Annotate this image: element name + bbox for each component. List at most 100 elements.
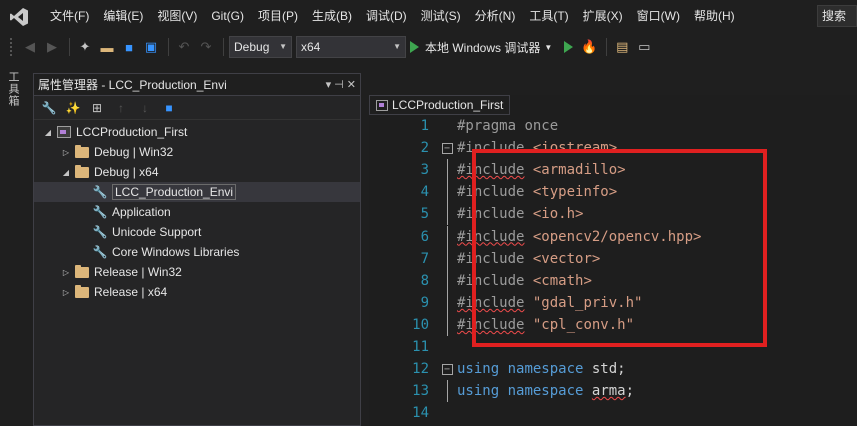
code-line[interactable]: 7 #include <vector>: [369, 247, 857, 270]
back-icon[interactable]: ◀: [20, 37, 40, 57]
code-editor[interactable]: LCCProduction_First 1 #pragma once 2− #incl…: [369, 95, 857, 426]
configuration-dropdown[interactable]: Debug ▼: [229, 36, 292, 58]
line-number: 9: [420, 294, 429, 311]
platform-value: x64: [301, 40, 321, 54]
menu-debug[interactable]: 调试(D): [359, 0, 414, 33]
visual-studio-logo-icon[interactable]: [9, 7, 29, 27]
platform-dropdown[interactable]: x64 ▼: [296, 36, 406, 58]
code-text: #include <typeinfo>: [457, 184, 618, 201]
tree-item-label: Application: [112, 205, 171, 219]
forward-icon[interactable]: ▶: [42, 37, 62, 57]
save-icon[interactable]: ■: [160, 99, 178, 117]
tree-item-label: LCC_Production_Envi: [112, 184, 237, 200]
new-project-icon[interactable]: ✦: [75, 37, 95, 57]
code-line[interactable]: 2− #include <iostream>: [369, 137, 857, 159]
menu-project[interactable]: 项目(P): [251, 0, 305, 33]
code-line[interactable]: 10 #include "cpl_conv.h": [369, 313, 857, 336]
window-layout-icon[interactable]: ▭: [634, 37, 654, 57]
code-text: #include <vector>: [457, 250, 601, 267]
tree-item-release-x64[interactable]: ▷ Release | x64: [34, 282, 360, 302]
code-line[interactable]: 1 #pragma once: [369, 115, 857, 137]
menu-tools[interactable]: 工具(T): [522, 0, 575, 33]
menu-build[interactable]: 生成(B): [305, 0, 359, 33]
start-without-debugging-icon[interactable]: [564, 41, 574, 53]
line-number: 10: [412, 316, 429, 333]
panel-window-controls[interactable]: ▾ ⊣ ✕: [326, 74, 356, 96]
collapse-arrow-icon[interactable]: ▷: [60, 268, 72, 277]
chevron-down-icon: ▼: [393, 42, 401, 51]
code-text: #pragma once: [457, 118, 559, 134]
tree-item-unicode-support[interactable]: 🔧 Unicode Support: [34, 222, 360, 242]
hot-reload-icon[interactable]: 🔥: [579, 37, 599, 57]
start-debugging-button[interactable]: 本地 Windows 调试器 ▼: [410, 39, 552, 56]
tree-item-label: LCCProduction_First: [76, 125, 188, 139]
wrench-icon[interactable]: 🔧: [40, 99, 58, 117]
tree-item-project[interactable]: ◢ LCCProduction_First: [34, 122, 360, 142]
menu-edit[interactable]: 编辑(E): [96, 0, 150, 33]
tree-item-debug-x64[interactable]: ◢ Debug | x64: [34, 162, 360, 182]
panel-title: 属性管理器 - LCC_Production_Envi: [38, 78, 227, 92]
fold-gutter: [437, 380, 457, 403]
move-up-icon[interactable]: ↑: [112, 99, 130, 117]
collapse-icon[interactable]: −: [441, 142, 453, 154]
property-tree: ◢ LCCProduction_First ▷ Debug | Win32 ◢ …: [34, 120, 360, 302]
toolbar-grip[interactable]: [10, 38, 14, 56]
code-line[interactable]: 3 #include <armadillo>: [369, 159, 857, 182]
expand-arrow-icon[interactable]: ◢: [60, 168, 72, 177]
code-line[interactable]: 4 #include <typeinfo>: [369, 181, 857, 204]
toolbox-tab[interactable]: 工具箱: [7, 71, 21, 107]
menu-test[interactable]: 测试(S): [414, 0, 468, 33]
fold-gutter: −: [437, 363, 457, 375]
save-icon[interactable]: ■: [119, 37, 139, 57]
tree-item-label: Core Windows Libraries: [112, 245, 240, 259]
code-line[interactable]: 6 #include <opencv2/opencv.hpp>: [369, 225, 857, 248]
folder-icon: [75, 284, 89, 298]
menu-view[interactable]: 视图(V): [150, 0, 204, 33]
add-existing-sheet-icon[interactable]: ⊞: [88, 99, 106, 117]
move-down-icon[interactable]: ↓: [136, 99, 154, 117]
undo-icon[interactable]: ↶: [174, 37, 194, 57]
open-folder-icon[interactable]: ▬: [97, 37, 117, 57]
expand-arrow-icon[interactable]: ◢: [42, 128, 54, 137]
fold-guide: [446, 203, 448, 226]
tree-item-application[interactable]: 🔧 Application: [34, 202, 360, 222]
tree-item-core-windows-libraries[interactable]: 🔧 Core Windows Libraries: [34, 242, 360, 262]
code-line[interactable]: 9 #include "gdal_priv.h": [369, 291, 857, 314]
tree-item-debug-win32[interactable]: ▷ Debug | Win32: [34, 142, 360, 162]
save-all-icon[interactable]: ▣: [141, 37, 161, 57]
tree-item-lcc-production-envi[interactable]: 🔧 LCC_Production_Envi: [34, 182, 360, 202]
line-number: 7: [420, 250, 429, 267]
code-line[interactable]: 13 using namespace arma;: [369, 380, 857, 403]
code-line[interactable]: 11: [369, 336, 857, 358]
wrench-icon: 🔧: [92, 225, 108, 239]
fold-guide: [446, 291, 448, 314]
menu-extensions[interactable]: 扩展(X): [576, 0, 630, 33]
line-number: 14: [412, 405, 429, 422]
solution-explorer-icon[interactable]: ▤: [612, 37, 632, 57]
code-line[interactable]: 12− using namespace std;: [369, 358, 857, 380]
menu-help[interactable]: 帮助(H): [687, 0, 742, 33]
chevron-down-icon: ▼: [544, 42, 553, 52]
collapse-arrow-icon[interactable]: ▷: [60, 148, 72, 157]
fold-gutter: [437, 203, 457, 226]
tree-item-release-win32[interactable]: ▷ Release | Win32: [34, 262, 360, 282]
menu-analyze[interactable]: 分析(N): [468, 0, 523, 33]
tree-item-label: Debug | Win32: [94, 145, 174, 159]
code-line[interactable]: 5 #include <io.h>: [369, 203, 857, 226]
add-property-sheet-icon[interactable]: ✨: [64, 99, 82, 117]
collapse-arrow-icon[interactable]: ▷: [60, 288, 72, 297]
editor-project-tab[interactable]: LCCProduction_First: [369, 95, 511, 115]
menu-window[interactable]: 窗口(W): [630, 0, 687, 33]
collapse-icon[interactable]: −: [441, 363, 453, 375]
code-line[interactable]: 8 #include <cmath>: [369, 269, 857, 292]
code-area[interactable]: 1 #pragma once 2− #include <iostream> 3 #incl…: [369, 117, 857, 426]
configuration-value: Debug: [234, 40, 270, 54]
menu-file[interactable]: 文件(F): [43, 0, 96, 33]
property-manager-panel: 属性管理器 - LCC_Production_Envi ▾ ⊣ ✕ 🔧 ✨ ⊞ …: [33, 73, 361, 426]
menu-git[interactable]: Git(G): [204, 0, 251, 33]
redo-icon[interactable]: ↷: [196, 37, 216, 57]
wrench-icon: 🔧: [92, 185, 108, 199]
code-line[interactable]: 14: [369, 402, 857, 424]
folder-open-icon: [75, 164, 89, 178]
search-input[interactable]: 搜索: [817, 5, 857, 27]
